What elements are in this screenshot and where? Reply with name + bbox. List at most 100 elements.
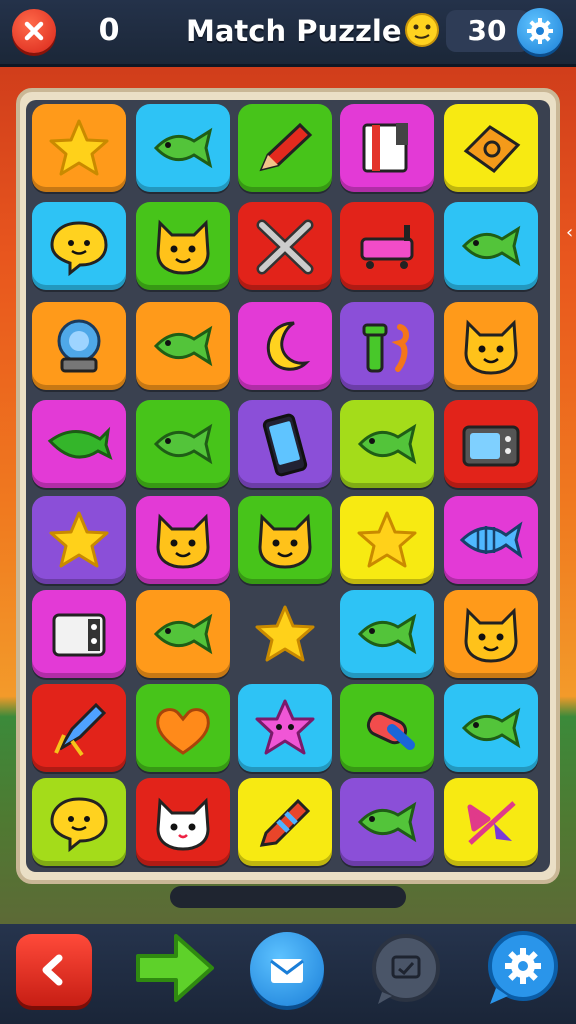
tile-fish-r3c2[interactable]: [136, 302, 230, 390]
tile-candy-r7c4[interactable]: [340, 684, 434, 772]
tile-rocket-r7c1[interactable]: [32, 684, 126, 772]
cat-face-icon: [156, 219, 210, 275]
emoji-face-icon: [405, 13, 439, 47]
tile-tube-seahorse-r3c4[interactable]: [340, 302, 434, 390]
tile-book-r1c4[interactable]: [340, 104, 434, 192]
cat-face-icon: [464, 607, 518, 663]
tile-diving-helmet-r3c1[interactable]: [32, 302, 126, 390]
tile-fish-r4c2[interactable]: [136, 400, 230, 488]
moon-icon: [266, 321, 311, 371]
camera-icon: [52, 613, 106, 657]
tile-striped-fish-r5c5[interactable]: [444, 496, 538, 584]
tile-cat-face-r2c2[interactable]: [136, 202, 230, 290]
candy-icon: [366, 711, 415, 750]
book-icon: [362, 123, 408, 173]
chat-icon: [372, 934, 440, 1004]
tile-star-r6c3[interactable]: [238, 590, 332, 678]
fish-icon: [357, 801, 417, 843]
close-icon: [24, 21, 44, 41]
tile-star-r1c1[interactable]: [32, 104, 126, 192]
fish-icon: [357, 613, 417, 655]
tile-leaf-fish-r4c1[interactable]: [32, 400, 126, 488]
crossed-swords-icon: [256, 219, 314, 275]
gear-icon: [488, 931, 558, 1004]
tile-crayon-r8c3[interactable]: [238, 778, 332, 866]
starfish-face-icon: [255, 699, 315, 755]
tile-crossed-swords-r2c3[interactable]: [238, 202, 332, 290]
phone-icon: [262, 413, 308, 477]
tile-chat-bubble-face-r2c1[interactable]: [32, 202, 126, 290]
tile-star-r5c4[interactable]: [340, 496, 434, 584]
fish-icon: [461, 225, 521, 267]
next-button[interactable]: [132, 928, 216, 1008]
fish-icon: [153, 423, 213, 465]
score-value: 0: [98, 13, 120, 48]
settings-button[interactable]: [517, 8, 563, 54]
moves-counter: 30: [467, 14, 507, 47]
diving-helmet-icon: [57, 319, 101, 373]
tile-fish-r4c4[interactable]: [340, 400, 434, 488]
tile-fish-r1c2[interactable]: [136, 104, 230, 192]
tile-moon-r3c3[interactable]: [238, 302, 332, 390]
tile-cat-face-r6c5[interactable]: [444, 590, 538, 678]
back-button[interactable]: [16, 934, 92, 1006]
next-arrow-icon: [136, 934, 214, 1002]
tile-fish-r6c4[interactable]: [340, 590, 434, 678]
chat-button[interactable]: [368, 932, 444, 1006]
side-tab-chevron-icon[interactable]: ‹: [566, 222, 576, 248]
tile-camera-r6c1[interactable]: [32, 590, 126, 678]
tv-icon: [462, 425, 520, 467]
gear-button[interactable]: [484, 930, 562, 1006]
cat-face-icon: [464, 319, 518, 375]
board-shadow-slot: [170, 886, 406, 908]
fish-icon: [153, 325, 213, 367]
tile-chat-bubble-face-r8c1[interactable]: [32, 778, 126, 866]
tile-fish-r8c4[interactable]: [340, 778, 434, 866]
mail-button[interactable]: [250, 932, 324, 1006]
star-icon: [357, 511, 417, 568]
rocket-icon: [54, 702, 107, 757]
fish-icon: [153, 613, 213, 655]
cat-face-icon: [156, 513, 210, 569]
white-cat-icon: [156, 797, 210, 851]
back-arrow-icon: [42, 954, 63, 986]
leaf-fish-icon: [47, 426, 113, 460]
tile-cat-face-r3c5[interactable]: [444, 302, 538, 390]
pencil-icon: [259, 122, 313, 172]
fish-icon: [461, 707, 521, 749]
crayon-icon: [259, 798, 311, 847]
bathtub-icon: [360, 225, 414, 269]
tile-star-r5c1[interactable]: [32, 496, 126, 584]
star-icon: [49, 119, 109, 176]
tile-pencil-r1c3[interactable]: [238, 104, 332, 192]
page-title: Match Puzzle: [186, 14, 402, 48]
striped-fish-icon: [459, 521, 523, 559]
gear-icon: [527, 18, 553, 44]
close-button[interactable]: [12, 9, 56, 53]
star-icon: [49, 511, 109, 568]
fish-icon: [357, 423, 417, 465]
tile-fish-r6c2[interactable]: [136, 590, 230, 678]
tile-fish-r2c5[interactable]: [444, 202, 538, 290]
tile-tv-r4c5[interactable]: [444, 400, 538, 488]
cat-face-icon: [258, 513, 312, 569]
tile-ticket-r1c5[interactable]: [444, 104, 538, 192]
tile-starfish-face-r7c3[interactable]: [238, 684, 332, 772]
tile-bathtub-r2c4[interactable]: [340, 202, 434, 290]
tile-white-cat-r8c2[interactable]: [136, 778, 230, 866]
tile-phone-r4c3[interactable]: [238, 400, 332, 488]
chat-bubble-face-icon: [50, 797, 108, 853]
mail-icon: [270, 959, 304, 983]
tile-heart-r7c2[interactable]: [136, 684, 230, 772]
fish-icon: [153, 127, 213, 169]
tile-fish-r7c5[interactable]: [444, 684, 538, 772]
ticket-icon: [463, 125, 521, 173]
bow-icon: [467, 801, 516, 845]
tube-seahorse-icon: [362, 323, 409, 373]
tile-bow-r8c5[interactable]: [444, 778, 538, 866]
heart-icon: [156, 708, 210, 755]
star-icon: [255, 605, 315, 662]
chat-bubble-face-icon: [50, 221, 108, 277]
tile-cat-face-r5c3[interactable]: [238, 496, 332, 584]
tile-cat-face-r5c2[interactable]: [136, 496, 230, 584]
